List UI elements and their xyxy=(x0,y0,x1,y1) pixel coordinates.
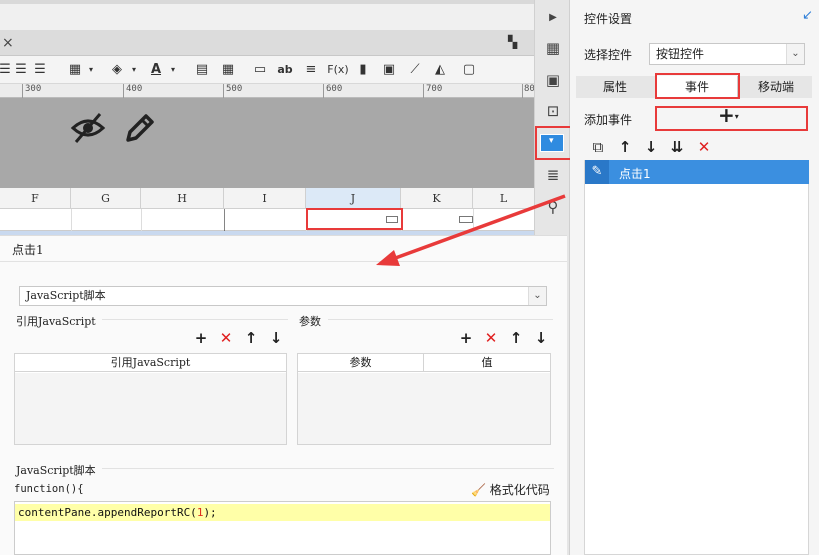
layout-icon[interactable]: ▦ xyxy=(543,38,563,58)
add-icon[interactable]: + xyxy=(193,330,209,346)
chevron-down-icon[interactable]: ⌄ xyxy=(528,287,546,305)
top-spacer xyxy=(0,4,534,30)
annotation-highlight xyxy=(535,126,573,160)
ref-js-table: 引用JavaScript xyxy=(14,353,287,445)
text-field-icon[interactable]: ▭ xyxy=(251,61,269,79)
arrow-up-icon[interactable]: ↑ xyxy=(617,139,633,155)
edit-pencil-icon[interactable] xyxy=(122,112,156,146)
ruler-mark: 300 xyxy=(25,84,42,94)
function-signature: function(){ xyxy=(14,483,84,495)
divider xyxy=(328,319,553,320)
ruler-mark: 600 xyxy=(326,84,343,94)
edit-pencil-icon[interactable]: ✎ xyxy=(585,160,609,184)
align-center-icon[interactable]: ☰ xyxy=(14,61,28,79)
widget-select-value: 按钮控件 xyxy=(656,47,705,61)
script-label: JavaScript脚本 xyxy=(16,464,96,477)
split-cells-icon[interactable]: ▦ xyxy=(219,61,237,79)
horizontal-ruler: 300 400 500 600 700 800 xyxy=(0,84,540,98)
chevron-down-icon[interactable]: ▾ xyxy=(168,61,178,79)
delete-icon[interactable]: ✕ xyxy=(483,330,499,346)
frame-icon[interactable]: ⊡ xyxy=(543,101,563,121)
delete-icon[interactable]: ✕ xyxy=(218,330,234,346)
column-header[interactable]: H xyxy=(141,188,224,209)
image-icon[interactable]: ▣ xyxy=(380,61,398,79)
settings-info-icon[interactable]: ▣ xyxy=(543,70,563,90)
move-bottom-icon[interactable]: ⇊ xyxy=(669,139,685,155)
table-header: 引用JavaScript xyxy=(15,354,286,372)
delete-icon[interactable]: ✕ xyxy=(696,139,712,155)
border-icon[interactable]: ▦ xyxy=(66,61,84,79)
select-widget-label: 选择控件 xyxy=(584,48,633,62)
slash-icon[interactable]: ⟋ xyxy=(406,61,424,79)
collapse-arrow-icon[interactable]: ↙ xyxy=(802,8,813,23)
design-canvas[interactable] xyxy=(0,98,534,188)
add-event-label: 添加事件 xyxy=(584,113,633,127)
event-item-label: 点击1 xyxy=(619,167,651,181)
format-code-label: 格式化代码 xyxy=(489,483,550,497)
arrow-up-icon[interactable]: ↑ xyxy=(508,330,524,346)
table-body[interactable] xyxy=(15,373,286,444)
event-type-select[interactable]: JavaScript脚本 ⌄ xyxy=(19,286,547,306)
annotation-highlight xyxy=(655,73,740,99)
broom-icon: 🧹 xyxy=(471,483,486,497)
sheet-tab-bar: × ▚ xyxy=(0,30,534,56)
add-icon[interactable]: + xyxy=(458,330,474,346)
ruler-mark: 700 xyxy=(426,84,443,94)
table-body[interactable] xyxy=(298,373,550,444)
font-color-icon[interactable]: A xyxy=(147,61,165,79)
collapse-icon[interactable]: ▶ xyxy=(543,8,563,28)
column-header[interactable]: F xyxy=(0,188,71,209)
column-header[interactable]: I xyxy=(224,188,306,209)
ruler-mark: 500 xyxy=(226,84,243,94)
params-table: 参数 值 xyxy=(297,353,551,445)
column-header[interactable]: G xyxy=(71,188,141,209)
annotation-highlight xyxy=(655,106,808,131)
tab-properties[interactable]: 属性 xyxy=(576,76,654,98)
expand-icon[interactable]: ▚ xyxy=(508,35,517,49)
panel-title: 控件设置 xyxy=(584,12,633,26)
divider xyxy=(102,468,554,469)
arrow-down-icon[interactable]: ↓ xyxy=(643,139,659,155)
arrow-down-icon[interactable]: ↓ xyxy=(268,330,284,346)
paragraph-icon[interactable]: ≡ xyxy=(302,61,320,79)
widget-select[interactable]: 按钮控件 ⌄ xyxy=(649,43,805,65)
align-right-icon[interactable]: ☰ xyxy=(33,61,47,79)
chevron-down-icon[interactable]: ▾ xyxy=(86,61,96,79)
ref-js-label: 引用JavaScript xyxy=(16,315,96,328)
code-editor[interactable]: contentPane.appendReportRC(1); xyxy=(14,501,551,555)
text-icon[interactable]: ab xyxy=(276,61,294,79)
tab-mobile[interactable]: 移动端 xyxy=(740,76,812,98)
list-icon[interactable]: ≣ xyxy=(543,165,563,185)
merge-cells-icon[interactable]: ▤ xyxy=(193,61,211,79)
formula-icon[interactable]: F(x) xyxy=(327,61,349,79)
event-list xyxy=(584,160,809,555)
divider xyxy=(102,319,288,320)
close-icon[interactable]: × xyxy=(2,35,14,51)
code-line: contentPane.appendReportRC(1); xyxy=(15,504,550,521)
chevron-down-icon[interactable]: ▾ xyxy=(129,61,139,79)
chevron-down-icon[interactable]: ⌄ xyxy=(786,44,804,64)
arrow-up-icon[interactable]: ↑ xyxy=(243,330,259,346)
arrow-down-icon[interactable]: ↓ xyxy=(533,330,549,346)
annotation-arrow xyxy=(376,194,566,266)
fill-color-icon[interactable]: ◈ xyxy=(108,61,126,79)
bar-chart-icon[interactable]: ▮ xyxy=(354,61,372,79)
params-label: 参数 xyxy=(299,315,321,328)
table-header: 参数 xyxy=(298,354,424,372)
copy-icon[interactable]: ⧉ xyxy=(590,139,606,155)
event-title: 点击1 xyxy=(12,243,44,257)
format-code-button[interactable]: 🧹 格式化代码 xyxy=(471,481,550,498)
eye-off-icon[interactable] xyxy=(70,112,106,144)
table-header: 值 xyxy=(424,354,550,372)
format-toolbar: ☰ ☰ ☰ ▦ ▾ ◈ ▾ A ▾ ▤ ▦ ▭ ab ≡ F(x) ▮ ▣ ⟋ … xyxy=(0,56,534,84)
align-left-icon[interactable]: ☰ xyxy=(0,61,12,79)
shape-icon[interactable]: ◭ xyxy=(431,61,449,79)
ruler-mark: 400 xyxy=(126,84,143,94)
subreport-icon[interactable]: ▢ xyxy=(458,61,480,79)
event-list-item[interactable]: ✎ 点击1 xyxy=(585,160,809,184)
event-type-value: JavaScript脚本 xyxy=(26,289,106,302)
